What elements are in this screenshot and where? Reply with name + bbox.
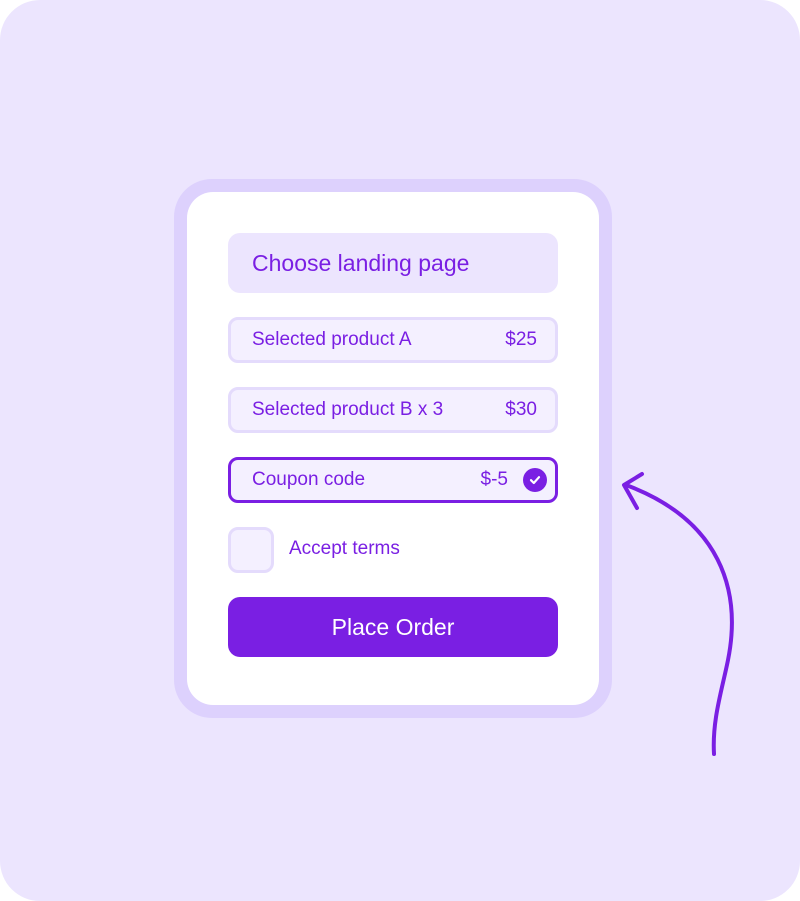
place-order-button[interactable]: Place Order [228,597,558,657]
line-item-price: $25 [505,329,537,350]
line-item-label: Selected product B x 3 [252,399,444,420]
choose-landing-page-button[interactable]: Choose landing page [228,233,558,293]
accept-terms-label[interactable]: Accept terms [289,537,400,561]
line-item-product-a: Selected product A $25 [228,317,558,363]
coupon-status: $-5 [481,468,547,492]
line-item-product-b: Selected product B x 3 $30 [228,387,558,433]
line-item-label: Selected product A [252,329,412,350]
curved-arrow-icon [622,472,734,756]
accept-terms-checkbox[interactable] [228,527,274,573]
coupon-amount: $-5 [480,469,508,490]
coupon-label: Coupon code [252,469,366,490]
background-canvas: Choose landing page Selected product A $… [0,0,800,901]
landing-page-label: Choose landing page [252,249,470,276]
line-item-price: $30 [505,399,537,420]
check-circle-icon [523,468,547,492]
coupon-code-field[interactable]: Coupon code $-5 [228,457,558,503]
